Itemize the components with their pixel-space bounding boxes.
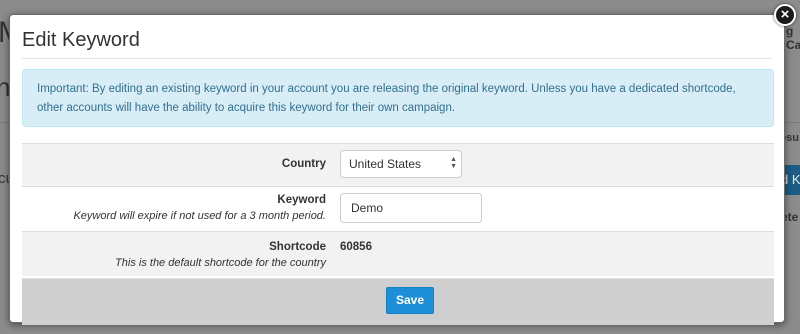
country-select[interactable]: United States ▲ ▼ [340,150,462,178]
country-label-cell: Country [22,144,332,186]
keyword-row: Keyword Keyword will expire if not used … [22,186,774,231]
edit-keyword-modal: Edit Keyword Important: By editing an ex… [9,14,785,325]
country-row: Country United States ▲ ▼ [22,143,774,186]
country-label: Country [281,158,326,170]
keyword-label-cell: Keyword Keyword will expire if not used … [22,187,332,231]
close-icon[interactable]: × [774,4,796,26]
info-alert: Important: By editing an existing keywor… [22,69,774,127]
keyword-hint: Keyword will expire if not used for a 3 … [73,210,326,222]
keyword-value-cell [332,187,774,231]
shortcode-hint: This is the default shortcode for the co… [115,257,326,269]
select-arrows-icon: ▲ ▼ [450,156,457,170]
modal-title: Edit Keyword [22,29,140,51]
keyword-label: Keyword [277,194,326,206]
shortcode-row: Shortcode This is the default shortcode … [22,231,774,276]
country-value-cell: United States ▲ ▼ [332,144,774,186]
shortcode-label: Shortcode [269,241,326,253]
keyword-form: Country United States ▲ ▼ Keyword Keyword… [22,143,774,276]
save-button[interactable]: Save [386,287,434,314]
country-selected-value: United States [349,157,422,171]
background-topright-fragment: g Ca [786,24,800,52]
keyword-input[interactable] [340,193,482,223]
shortcode-value: 60856 [340,241,372,253]
modal-header-divider [22,58,772,59]
modal-footer: Save [22,278,774,325]
shortcode-value-cell: 60856 [332,232,774,276]
shortcode-label-cell: Shortcode This is the default shortcode … [22,232,332,276]
